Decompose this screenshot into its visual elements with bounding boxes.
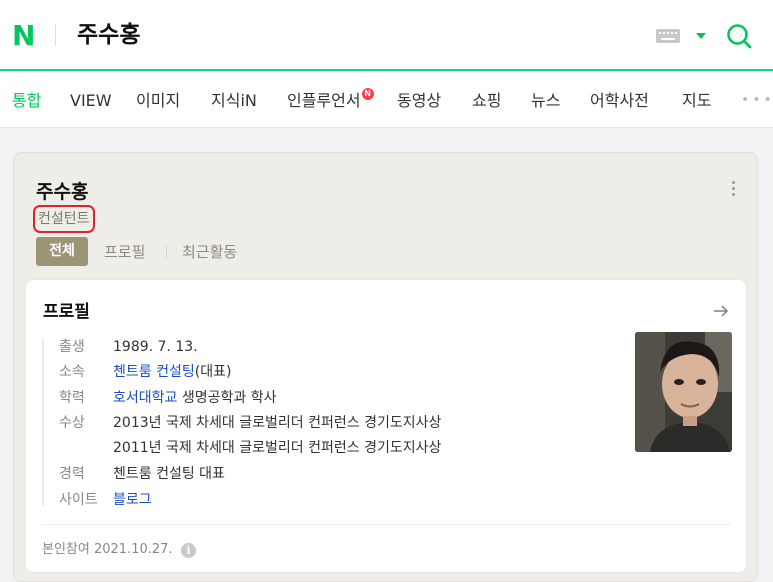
subtab-recent-activity[interactable]: 최근활동 bbox=[182, 241, 237, 263]
tab-map[interactable]: 지도 bbox=[682, 90, 711, 112]
tab-image[interactable]: 이미지 bbox=[136, 90, 180, 112]
info-value-career: 첸트룸 컨설팅 대표 bbox=[113, 466, 225, 482]
info-icon[interactable]: i bbox=[181, 543, 196, 558]
tab-integrated[interactable]: 통합 bbox=[12, 90, 41, 112]
search-query[interactable]: 주수홍 bbox=[77, 19, 140, 51]
profile-photo[interactable] bbox=[635, 332, 732, 452]
tab-view[interactable]: VIEW bbox=[70, 90, 112, 112]
tab-dictionary[interactable]: 어학사전 bbox=[590, 90, 649, 112]
naver-logo[interactable]: N bbox=[12, 21, 35, 51]
subtab-profile[interactable]: 프로필 bbox=[104, 241, 145, 263]
caret-down-icon[interactable] bbox=[696, 33, 706, 39]
self-participation-date: 본인참여 2021.10.27. bbox=[42, 542, 173, 557]
info-label-affiliation: 소속 bbox=[59, 364, 85, 380]
info-label-awards: 수상 bbox=[59, 415, 85, 431]
keyboard-icon[interactable] bbox=[656, 29, 680, 43]
affiliation-link[interactable]: 첸트룸 컨설팅 bbox=[113, 364, 195, 380]
affiliation-suffix: (대표) bbox=[194, 364, 232, 380]
profile-box: 프로필 출생 1989. 7. 13. 소속 첸트룸 컨설팅(대표) 학력 호서… bbox=[25, 279, 747, 573]
profile-title: 프로필 bbox=[43, 302, 90, 322]
header-divider bbox=[55, 24, 56, 46]
blog-link[interactable]: 블로그 bbox=[113, 492, 152, 508]
person-card: 주수홍 컨설턴트 전체 프로필 최근활동 프로필 출생 1989. 7. 13.… bbox=[13, 152, 758, 582]
info-label-education: 학력 bbox=[59, 390, 85, 406]
info-label-site: 사이트 bbox=[59, 492, 98, 508]
search-icon[interactable] bbox=[726, 23, 752, 49]
education-suffix: 생명공학과 학사 bbox=[177, 390, 277, 406]
search-header: N 주수홍 bbox=[0, 0, 773, 71]
tab-influencer-label: 인플루언서 bbox=[287, 91, 361, 110]
more-options-icon[interactable] bbox=[732, 181, 736, 199]
subtab-divider bbox=[166, 246, 167, 259]
occupation-label: 컨설턴트 bbox=[33, 205, 95, 233]
info-label-birth: 출생 bbox=[59, 339, 85, 355]
info-value-birth: 1989. 7. 13. bbox=[113, 339, 198, 355]
subtab-all[interactable]: 전체 bbox=[36, 237, 88, 266]
arrow-right-icon[interactable] bbox=[712, 302, 730, 320]
profile-divider bbox=[42, 524, 731, 525]
info-value-education: 호서대학교 생명공학과 학사 bbox=[113, 388, 276, 408]
tab-news[interactable]: 뉴스 bbox=[531, 90, 560, 112]
info-value-affiliation: 첸트룸 컨설팅(대표) bbox=[113, 362, 231, 382]
new-badge: N bbox=[361, 88, 374, 100]
tab-shopping[interactable]: 쇼핑 bbox=[472, 90, 501, 112]
info-label-career: 경력 bbox=[59, 466, 85, 482]
more-tabs-icon[interactable]: ••• bbox=[741, 92, 773, 108]
info-value-award-2013: 2013년 국제 차세대 글로벌리더 컨퍼런스 경기도지사상 bbox=[113, 415, 442, 431]
school-link[interactable]: 호서대학교 bbox=[113, 390, 177, 406]
tab-influencer[interactable]: 인플루언서 N bbox=[287, 88, 374, 112]
person-name: 주수홍 bbox=[36, 181, 89, 203]
search-tabs: 통합 VIEW 이미지 지식iN 인플루언서 N 동영상 쇼핑 뉴스 어학사전 지… bbox=[0, 73, 773, 128]
tab-knowledge-in[interactable]: 지식iN bbox=[211, 90, 257, 112]
info-bar bbox=[42, 338, 44, 506]
info-value-site: 블로그 bbox=[113, 490, 152, 510]
tab-video[interactable]: 동영상 bbox=[397, 90, 441, 112]
info-value-award-2011: 2011년 국제 차세대 글로벌리더 컨퍼런스 경기도지사상 bbox=[113, 440, 442, 456]
